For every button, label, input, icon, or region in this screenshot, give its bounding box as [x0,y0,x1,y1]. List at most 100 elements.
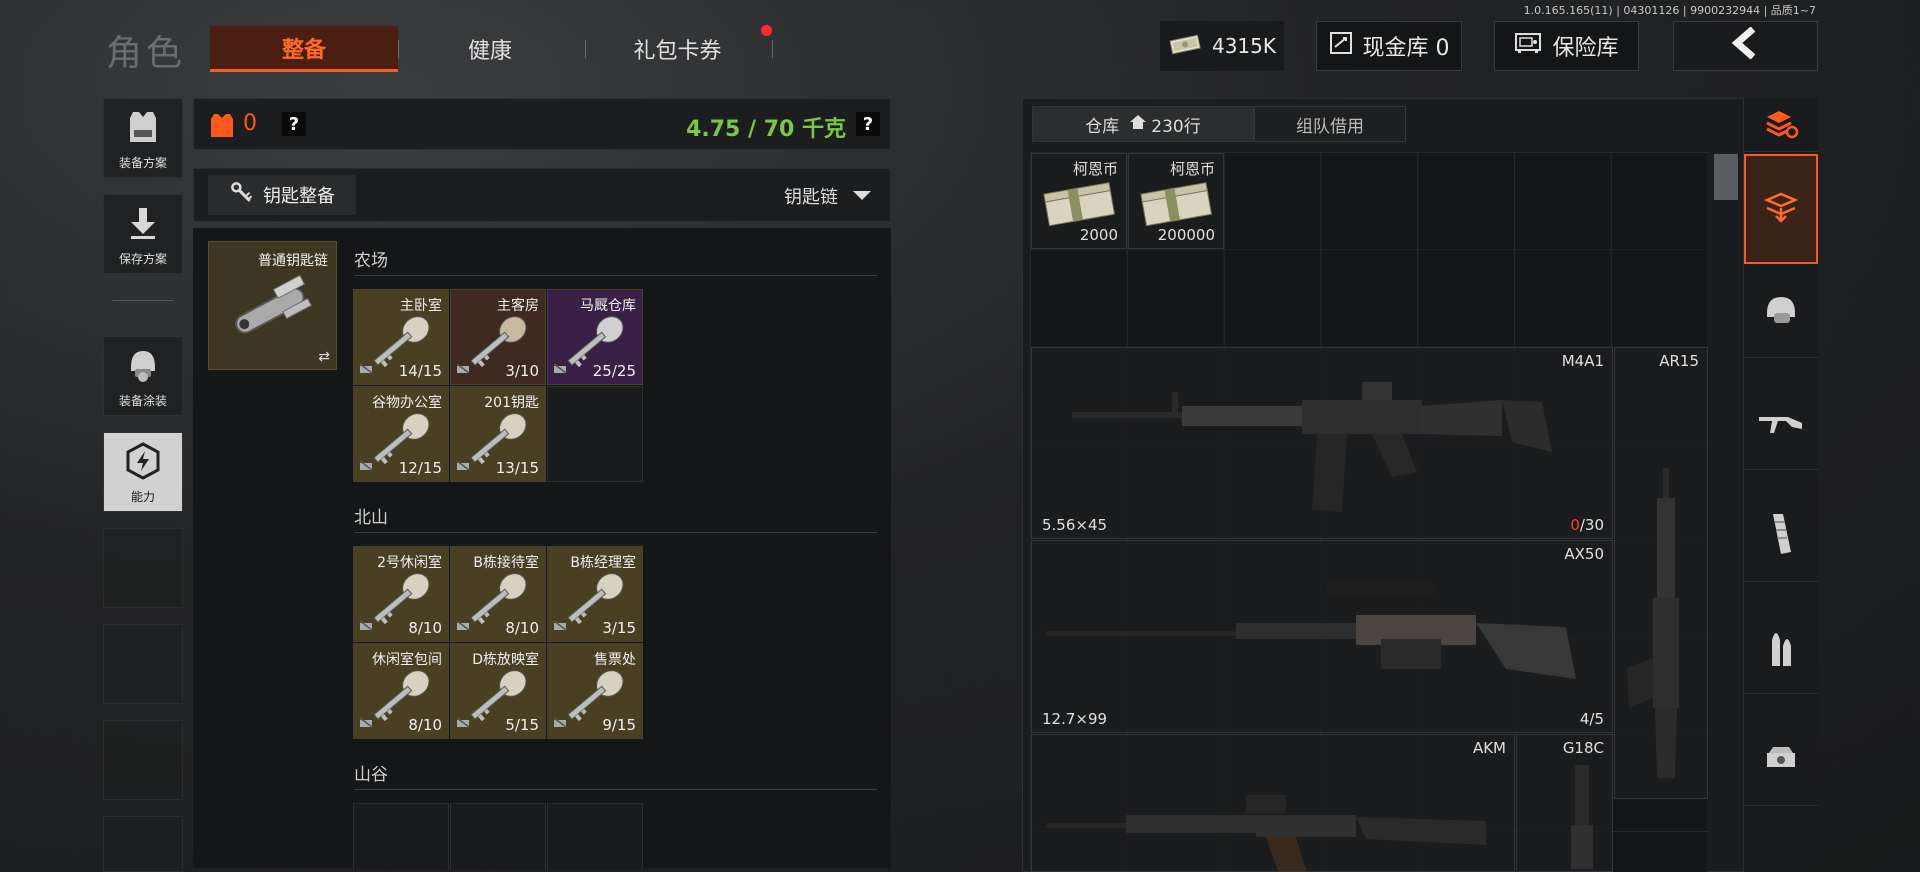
stack-down-icon [1763,190,1799,228]
ammo-icon [1766,624,1796,672]
key-item[interactable]: D栋放映室 5/15 [450,643,546,739]
save-preset-button[interactable]: 保存方案 [103,194,183,274]
key-icon [229,180,255,211]
sniper-rifle-icon [1046,579,1606,703]
currency-item[interactable]: 柯恩币 2000 [1031,153,1127,249]
lock-icon [359,359,373,378]
chevron-down-icon [852,186,872,207]
key-uses: 25/25 [592,362,636,380]
weapon-item-ar15[interactable]: AR15 [1614,347,1708,799]
key-organize-button[interactable]: 钥匙整备 [208,175,356,215]
key-uses: 13/15 [495,459,539,477]
key-item[interactable]: 售票处 9/15 [547,643,643,739]
keychain-dropdown[interactable]: 钥匙链 [784,183,872,209]
paint-skin-button[interactable]: 装备涂装 [103,336,183,416]
key-item[interactable]: 2号休闲室 8/10 [353,546,449,642]
safe-vault-button[interactable]: 保险库 [1494,21,1639,71]
category-helmet[interactable] [1744,266,1818,358]
key-uses: 12/15 [398,459,442,477]
rifle-ar15-icon [1627,468,1697,792]
tab-divider [772,40,773,58]
lock-icon [456,616,470,635]
power-hex-icon [123,433,163,488]
weight-display: 4.75 / 70 千克 [686,117,846,142]
weight-help-button[interactable]: ? [856,112,880,136]
home-icon [1129,114,1147,135]
currency-item[interactable]: 柯恩币 200000 [1128,153,1224,249]
empty-key-slot[interactable] [547,386,643,482]
key-item[interactable]: 马厩仓库 25/25 [547,289,643,385]
empty-key-slot[interactable] [547,803,643,869]
warehouse-scrollbar[interactable] [1714,154,1738,200]
tab-divider [398,40,399,58]
version-info: 1.0.165.165(11) | 04301126 | 9900232944 … [1523,4,1816,17]
key-uses: 8/10 [408,716,442,734]
key-item[interactable]: 休闲室包间 8/10 [353,643,449,739]
category-all[interactable] [1744,98,1818,152]
lock-icon [456,456,470,475]
category-magazine[interactable] [1744,490,1818,582]
weapon-caliber: 12.7×99 [1042,710,1108,728]
key-uses: 14/15 [398,362,442,380]
tab-team-borrow[interactable]: 组队借用 [1254,106,1406,142]
category-backpack[interactable] [1744,154,1818,264]
key-name: 2号休闲室 [377,555,442,571]
empty-key-slot[interactable] [450,803,546,869]
key-uses: 8/10 [408,619,442,637]
empty-rail-slot [103,624,183,704]
category-scope[interactable] [1744,714,1818,806]
cash-vault-button[interactable]: 现金库 0 [1316,21,1462,71]
lock-icon [359,456,373,475]
lock-icon [553,359,567,378]
lock-icon [553,713,567,732]
weapon-item-akm[interactable]: AKM [1031,734,1515,872]
swap-icon[interactable]: ⇄ [318,349,330,365]
weapon-caliber: 5.56×45 [1042,516,1108,534]
page-title: 角色 [106,33,187,74]
ammo-capacity: /30 [1579,516,1604,534]
pistol-icon [1567,765,1597,872]
key-grid-valley [353,803,643,869]
loadout-preset-button[interactable]: 装备方案 [103,98,183,178]
item-name: 柯恩币 [1169,160,1215,178]
empty-rail-slot [103,528,183,608]
key-item[interactable]: B栋接待室 8/10 [450,546,546,642]
cash-stack-icon [1168,33,1202,60]
help-button[interactable]: ? [282,112,306,136]
weapon-item-g18c[interactable]: G18C [1516,734,1613,872]
key-name: B栋接待室 [473,555,539,571]
key-item[interactable]: B栋经理室 3/15 [547,546,643,642]
section-divider [354,789,877,790]
key-name: D栋放映室 [472,652,539,668]
category-ammo[interactable] [1744,602,1818,694]
key-item[interactable]: 主客房 3/10 [450,289,546,385]
lock-icon [456,359,470,378]
download-icon [127,195,159,250]
weapon-item-m4a1[interactable]: M4A1 5.56×45 0/30 [1031,347,1613,539]
category-rifle[interactable] [1744,378,1818,470]
key-item[interactable]: 201钥匙 13/15 [450,386,546,482]
tab-gift-vouchers[interactable]: 礼包卡券 [585,26,770,72]
back-button[interactable] [1673,21,1818,71]
cash-bundle-icon [1040,180,1120,230]
rail-divider [112,300,174,301]
tab-loadout[interactable]: 整备 [210,26,398,72]
tab-health[interactable]: 健康 [400,26,580,72]
ability-button[interactable]: 能力 [103,432,183,512]
money-display[interactable]: 4315K [1160,21,1284,71]
key-item[interactable]: 谷物办公室 12/15 [353,386,449,482]
section-divider [354,532,877,533]
key-name: 201钥匙 [484,395,539,411]
loadout-status-bar: 0 ? 4.75 / 70 千克 ? [193,98,891,150]
key-item[interactable]: 主卧室 14/15 [353,289,449,385]
lock-icon [359,616,373,635]
tab-warehouse[interactable]: 仓库 230行 [1032,106,1254,142]
rail-label: 装备涂装 [118,394,167,408]
weapon-ammo: 4/5 [1579,710,1604,728]
lock-icon [553,616,567,635]
key-name: 售票处 [594,652,636,668]
weapon-name: AR15 [1659,352,1699,370]
weapon-item-ax50[interactable]: AX50 12.7×99 4/5 [1031,540,1613,733]
keyring-slot[interactable]: 普通钥匙链 ⇄ [208,241,337,370]
empty-key-slot[interactable] [353,803,449,869]
